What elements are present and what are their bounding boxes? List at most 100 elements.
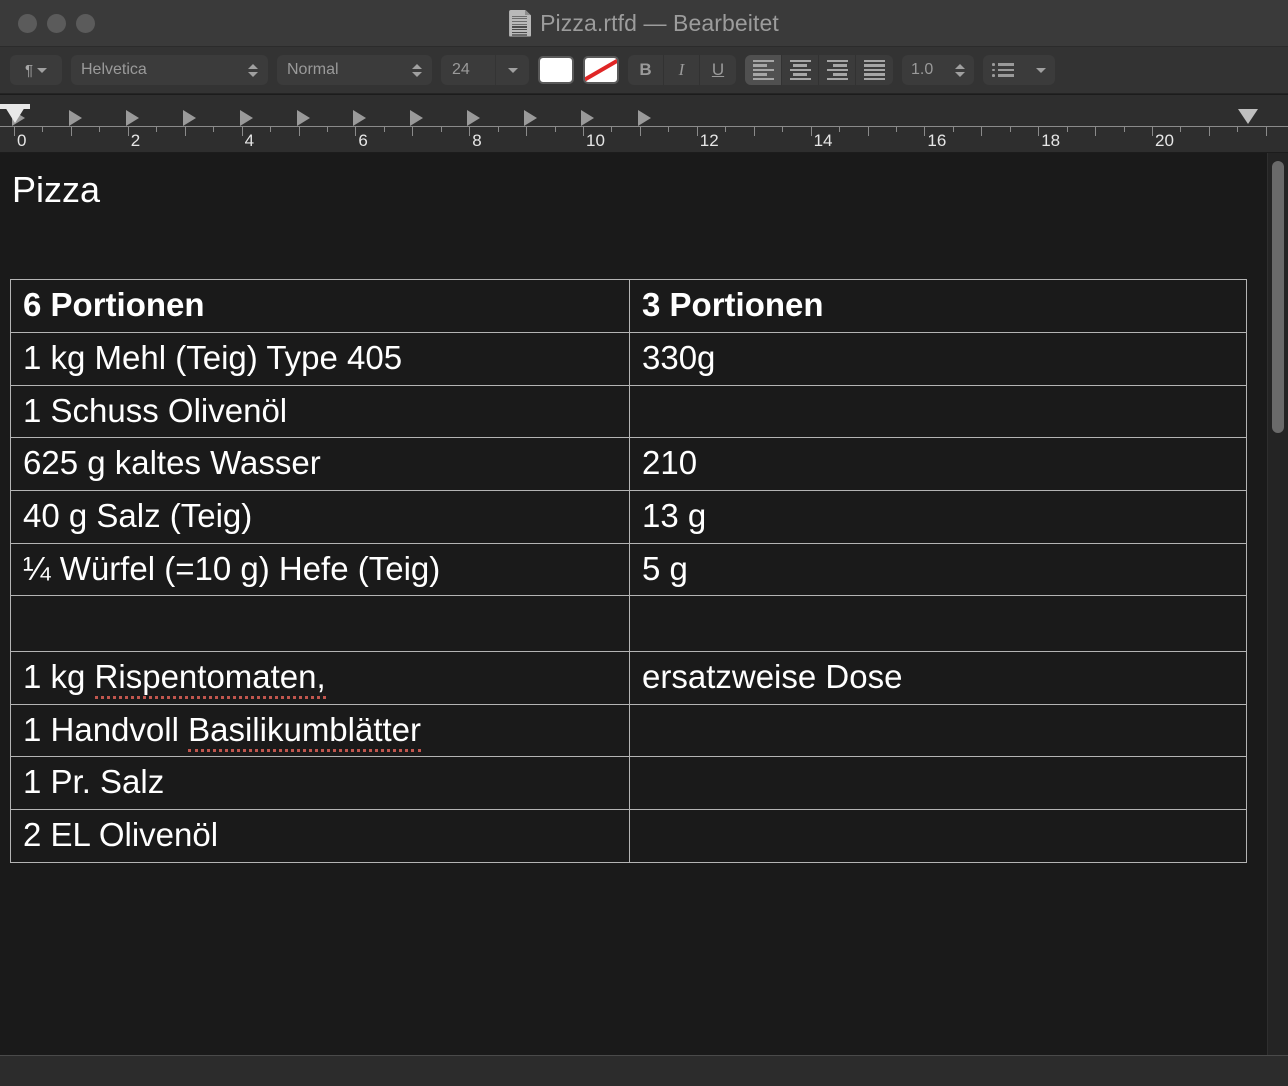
cell-ingredient[interactable]: 1 kg Mehl (Teig) Type 405 (10, 332, 630, 386)
background-color-swatch[interactable] (583, 56, 619, 84)
cell-ingredient[interactable]: 1 Pr. Salz (10, 756, 630, 810)
table-row: 1 Handvoll Basilikumblätter (10, 703, 1247, 758)
table-header-cell-right[interactable]: 3 Portionen (629, 279, 1247, 334)
cell-ingredient[interactable]: 40 g Salz (Teig) (10, 489, 630, 544)
align-justify-button[interactable] (856, 55, 893, 85)
cell-amount[interactable] (629, 808, 1247, 863)
ruler-tick (326, 127, 328, 132)
align-right-button[interactable] (819, 55, 856, 85)
vertical-scrollbar[interactable] (1267, 153, 1288, 1055)
chevron-down-icon (1036, 67, 1046, 73)
tab-stop-marker[interactable] (296, 110, 310, 126)
table-row: ¼ Würfel (=10 g) Hefe (Teig) 5 g (10, 542, 1247, 597)
tab-stop-marker[interactable] (239, 110, 253, 126)
left-indent-marker[interactable] (5, 107, 25, 123)
chevron-down-icon (507, 67, 518, 73)
window-title-group: Pizza.rtfd — Bearbeitet (0, 0, 1288, 46)
cell-ingredient[interactable]: ¼ Würfel (=10 g) Hefe (Teig) (10, 542, 630, 597)
cell-amount[interactable]: ersatzweise Dose (629, 651, 1247, 705)
ruler-tick (1152, 127, 1153, 136)
cell-ingredient[interactable]: 1 kg Rispentomaten, (10, 651, 630, 705)
cell-ingredient[interactable]: 1 Schuss Olivenöl (10, 384, 630, 439)
right-indent-marker[interactable] (1238, 109, 1258, 124)
cell-ingredient[interactable]: 625 g kaltes Wasser (10, 437, 630, 491)
ruler-tick (1009, 127, 1011, 132)
text-color-swatch[interactable] (538, 56, 574, 84)
cell-ingredient[interactable] (10, 595, 630, 653)
cell-amount[interactable]: 5 g (629, 542, 1247, 597)
tab-stop-marker[interactable] (467, 110, 481, 126)
tab-stop-marker[interactable] (524, 110, 538, 126)
ruler-tick (156, 127, 158, 132)
document-heading: Pizza (12, 169, 101, 210)
cell-text-prefix: 1 Handvoll (23, 710, 189, 748)
misspelled-word: Basilikumblätter (188, 710, 422, 752)
ruler-number: 14 (813, 131, 833, 150)
ingredients-table[interactable]: 6 Portionen 3 Portionen 1 kg Mehl (Teig)… (10, 279, 1247, 863)
cell-amount[interactable]: 210 (629, 437, 1247, 491)
close-button[interactable] (18, 13, 37, 33)
traffic-light-group (18, 13, 95, 33)
document-icon (509, 9, 532, 37)
ruler-number: 16 (927, 131, 947, 150)
ruler-tick (839, 127, 841, 132)
empty-paragraph (10, 211, 1288, 271)
cell-amount[interactable] (629, 756, 1247, 810)
cell-ingredient[interactable]: 1 Handvoll Basilikumblätter (10, 703, 630, 758)
font-family-select[interactable]: Helvetica (71, 55, 268, 85)
tab-stop-marker[interactable] (353, 110, 367, 126)
underline-button[interactable]: U (700, 55, 736, 85)
italic-button[interactable]: I (664, 55, 700, 85)
table-row: 625 g kaltes Wasser 210 (10, 437, 1247, 491)
zoom-button[interactable] (76, 13, 95, 33)
table-row: 1 Schuss Olivenöl (10, 384, 1247, 439)
cell-amount[interactable]: 13 g (629, 489, 1247, 544)
font-size-dropdown-button[interactable] (495, 55, 529, 85)
font-size-value: 24 (452, 61, 470, 78)
ruler-tick (270, 127, 272, 132)
tab-stop-marker[interactable] (581, 110, 594, 126)
document-scroll-area[interactable]: Pizza 6 Portionen 3 Portionen 1 kg Mehl … (0, 153, 1288, 1055)
text-style-group: B I U (628, 55, 736, 85)
tab-stop-marker[interactable] (637, 110, 651, 126)
ruler-tick (1038, 127, 1040, 136)
tab-stop-marker[interactable] (125, 110, 139, 126)
ruler-number: 6 (358, 131, 368, 150)
font-size-select[interactable]: 24 (441, 55, 529, 85)
ruler-tick (639, 127, 641, 136)
stepper-arrows-icon (248, 63, 258, 77)
ruler-tick (70, 127, 72, 136)
ruler-number: 4 (244, 131, 255, 150)
paragraph-style-dropdown[interactable]: ¶ (10, 55, 62, 85)
stepper-arrows-icon (412, 63, 422, 77)
cell-ingredient[interactable]: 2 EL Olivenöl (10, 808, 630, 863)
align-left-button[interactable] (745, 55, 782, 85)
document-ruler[interactable]: 0 2 4 6 8 10 12 14 16 18 20 (0, 94, 1288, 153)
ruler-tick (127, 127, 129, 136)
table-row: 1 kg Rispentomaten, ersatzweise Dose (10, 651, 1247, 705)
line-spacing-select[interactable]: 1.0 (902, 55, 974, 85)
ruler-number: 8 (472, 131, 482, 150)
ruler-tick (469, 127, 471, 136)
tab-stop-marker[interactable] (182, 110, 196, 126)
ruler-tick (412, 127, 414, 136)
ruler-tick (611, 127, 613, 132)
cell-amount[interactable]: 330g (629, 332, 1247, 386)
tab-stop-marker[interactable] (410, 110, 424, 126)
font-style-select[interactable]: Normal (277, 55, 432, 85)
align-center-button[interactable] (782, 55, 819, 85)
tab-stop-marker[interactable] (68, 110, 82, 126)
bold-button[interactable]: B (628, 55, 664, 85)
list-style-dropdown[interactable] (983, 55, 1055, 85)
table-header-cell-left[interactable]: 6 Portionen (10, 279, 630, 334)
document-content[interactable]: Pizza 6 Portionen 3 Portionen 1 kg Mehl … (0, 153, 1288, 863)
ruler-tick (1265, 127, 1267, 136)
cell-amount[interactable] (629, 384, 1247, 439)
cell-amount[interactable] (629, 703, 1247, 758)
table-row (10, 595, 1247, 653)
font-family-value: Helvetica (81, 61, 147, 78)
minimize-button[interactable] (47, 13, 66, 33)
vertical-scrollbar-thumb[interactable] (1272, 161, 1284, 433)
ruler-tick (583, 127, 584, 136)
cell-amount[interactable] (629, 595, 1247, 653)
